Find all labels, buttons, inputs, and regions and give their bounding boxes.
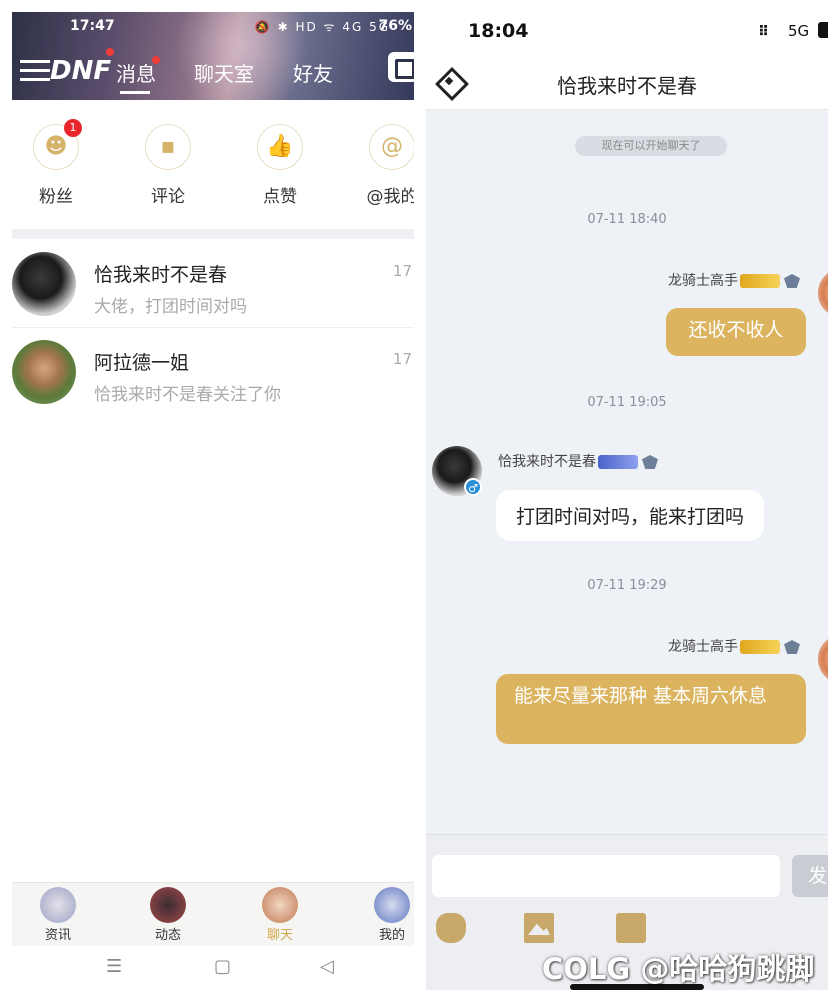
status-icons: 🔕 ✱ HD ᯤ 4G 5G <box>254 20 390 34</box>
nav-profile-label: 我的 <box>378 928 405 943</box>
message-timestamp: 07-11 19:29 <box>587 578 667 593</box>
section-divider <box>12 229 414 239</box>
tab-chatroom[interactable]: 聊天室 <box>194 58 254 87</box>
rank-icon <box>784 274 800 288</box>
quick-mentions-label: @我的 <box>366 187 415 207</box>
back-icon[interactable]: ◁ <box>320 956 334 977</box>
sender-name: 龙骑士高手 <box>668 639 738 655</box>
nav-feed[interactable]: 动态 <box>138 887 198 943</box>
system-notice: 现在可以开始聊天了 <box>575 136 727 156</box>
tab-messages[interactable]: 消息 <box>116 58 156 87</box>
chat-title: 恰我来时不是春 <box>557 74 697 98</box>
chat-header: 恰我来时不是春 <box>426 56 828 110</box>
quick-comments[interactable]: ▪ 评论 <box>123 124 213 207</box>
status-time: 18:04 <box>468 20 529 42</box>
battery-level: 76% <box>378 18 412 34</box>
avatar[interactable] <box>818 634 828 684</box>
message-timestamp: 07-11 19:05 <box>587 395 667 410</box>
status-time: 17:47 <box>70 18 115 34</box>
conversation-time: 17 <box>392 350 412 368</box>
emoji-icon[interactable] <box>436 913 466 943</box>
screenshot-root: 17:47 🔕 ✱ HD ᯤ 4G 5G 76% DNF 消息 聊天室 好友 ☻… <box>0 0 840 1002</box>
messages-notification-dot <box>152 56 160 64</box>
image-icon[interactable] <box>524 913 554 943</box>
conversation-item[interactable]: 恰我来时不是春 大佬，打团时间对吗 17 <box>12 240 414 328</box>
conversation-time: 17 <box>392 262 412 280</box>
send-button[interactable]: 发 <box>792 855 828 897</box>
message-timestamp: 07-11 18:40 <box>587 212 667 227</box>
level-badge-icon <box>740 274 780 288</box>
home-icon[interactable]: ▢ <box>214 956 231 977</box>
message-bubble: 打团时间对吗，能来打团吗 <box>496 490 765 541</box>
fans-badge: 1 <box>64 119 82 137</box>
chat-screen: 18:04 ⠿ 5G 恰我来时不是春 现在可以开始聊天了 07-11 18:40… <box>426 0 828 990</box>
message-sender: 恰我来时不是春 <box>498 451 658 471</box>
nav-chat-label: 聊天 <box>266 928 293 943</box>
avatar <box>12 252 76 316</box>
watermark: COLG @哈哈狗跳脚 <box>542 952 815 986</box>
fans-icon: ☻ 1 <box>33 119 82 170</box>
network-type: 5G <box>788 22 810 40</box>
message-bubble: 能来尽量来那种 基本周六休息 <box>496 674 806 744</box>
tab-friends[interactable]: 好友 <box>293 58 333 87</box>
nav-news[interactable]: 资讯 <box>28 887 88 943</box>
signal-icon: ⠿ <box>758 24 769 40</box>
conversation-preview: 大佬，打团时间对吗 <box>94 297 247 317</box>
bottom-nav: 资讯 动态 聊天 我的 <box>12 882 414 946</box>
level-badge-icon <box>598 455 638 469</box>
level-badge-icon <box>740 640 780 654</box>
news-nav-icon <box>40 887 76 923</box>
comment-icon: ▪ <box>145 124 191 170</box>
quick-fans-label: 粉丝 <box>39 187 73 207</box>
conversation-name: 阿拉德一姐 <box>94 352 190 374</box>
avatar[interactable] <box>818 268 828 318</box>
status-bar: 17:47 🔕 ✱ HD ᯤ 4G 5G 76% <box>12 12 414 40</box>
at-icon: @ <box>369 124 414 170</box>
quick-likes-label: 点赞 <box>263 187 297 207</box>
avatar <box>12 340 76 404</box>
quick-likes[interactable]: 👍 点赞 <box>235 124 325 207</box>
message-input[interactable] <box>432 855 780 897</box>
logo-text: DNF <box>50 56 112 86</box>
nav-profile[interactable]: 我的 <box>362 887 414 943</box>
compose-icon[interactable] <box>388 52 414 82</box>
message-sender: 龙骑士高手 <box>668 270 800 290</box>
sticker-icon[interactable] <box>616 913 646 943</box>
nav-news-label: 资讯 <box>44 928 71 943</box>
nav-chat[interactable]: 聊天 <box>250 887 310 943</box>
nav-feed-label: 动态 <box>154 928 181 943</box>
sender-name: 龙骑士高手 <box>668 273 738 289</box>
message-bubble: 还收不收人 <box>666 308 806 356</box>
conversation-preview: 恰我来时不是春关注了你 <box>94 385 281 405</box>
conversation-item[interactable]: 阿拉德一姐 恰我来时不是春关注了你 17 <box>12 328 414 416</box>
rank-icon <box>642 455 658 469</box>
quick-fans[interactable]: ☻ 1 粉丝 <box>12 119 101 207</box>
quick-comments-label: 评论 <box>151 187 185 207</box>
system-nav-bar: ☰ ▢ ◁ <box>12 946 414 990</box>
messages-screen: 17:47 🔕 ✱ HD ᯤ 4G 5G 76% DNF 消息 聊天室 好友 ☻… <box>12 12 414 990</box>
logo-notification-dot <box>106 48 114 56</box>
like-icon: 👍 <box>257 124 303 170</box>
sender-name: 恰我来时不是春 <box>498 454 596 470</box>
menu-icon <box>20 60 50 87</box>
male-gender-icon: ♂ <box>464 478 482 496</box>
quick-mentions[interactable]: @ @我的 <box>347 124 414 207</box>
profile-nav-icon <box>374 887 410 923</box>
active-tab-indicator <box>120 91 150 94</box>
rank-icon <box>784 640 800 654</box>
recent-apps-icon[interactable]: ☰ <box>106 956 122 977</box>
app-logo[interactable]: DNF <box>18 54 111 94</box>
chat-nav-icon <box>262 887 298 923</box>
feed-nav-icon <box>150 887 186 923</box>
conversation-name: 恰我来时不是春 <box>94 264 228 286</box>
message-sender: 龙骑士高手 <box>668 636 800 656</box>
status-bar: 18:04 ⠿ 5G <box>426 0 828 56</box>
battery-icon <box>818 22 828 38</box>
